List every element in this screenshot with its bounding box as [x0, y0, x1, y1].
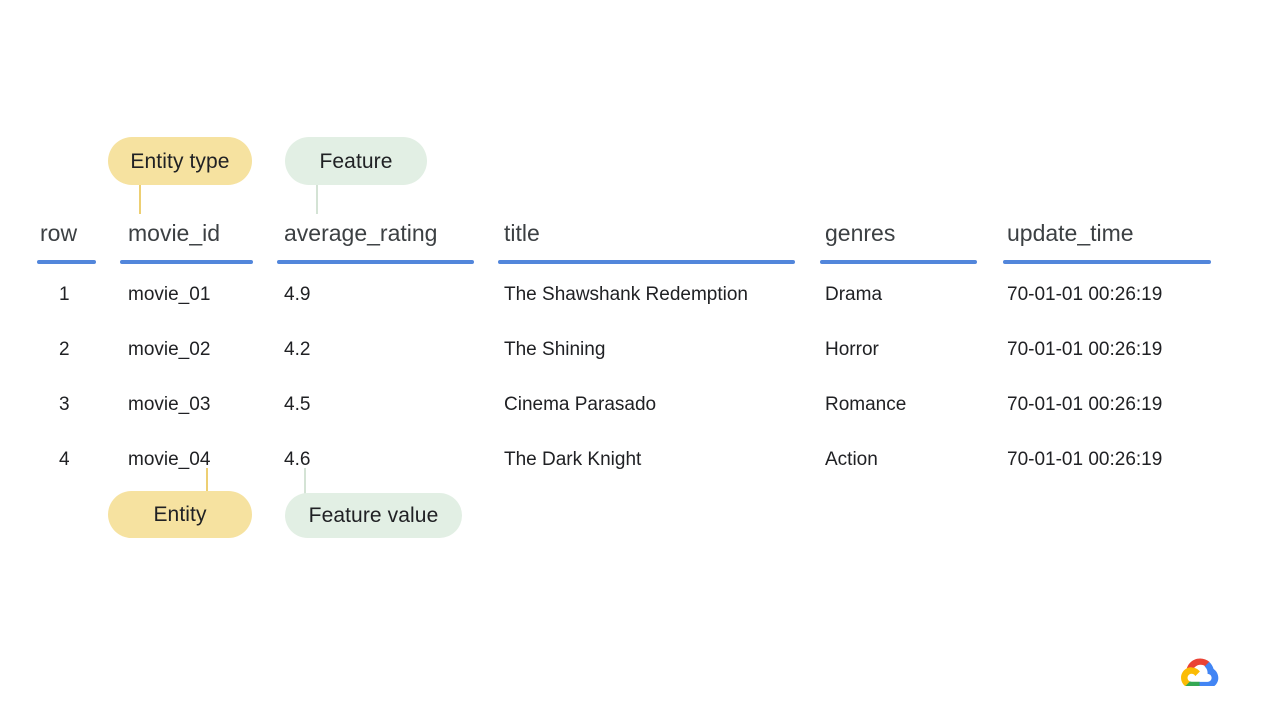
- column-rule-update-time: [1003, 260, 1211, 264]
- feature-table: row movie_id average_rating title genres…: [0, 0, 1280, 720]
- table-row: 70-01-01 00:26:19: [1007, 284, 1163, 305]
- table-row: Action: [825, 449, 878, 470]
- feature-value-callout-label: Feature value: [308, 504, 439, 527]
- column-header-update-time: update_time: [1007, 220, 1134, 246]
- column-rule-movie-id: [120, 260, 253, 264]
- table-row: Cinema Parasado: [504, 394, 657, 415]
- table-row: 1: [59, 284, 70, 305]
- column-header-title: title: [504, 220, 540, 246]
- entity-callout-pill: Entity: [108, 491, 252, 538]
- column-rule-title: [498, 260, 795, 264]
- table-row: The Dark Knight: [504, 449, 642, 470]
- table-row: 4.6: [284, 449, 311, 470]
- table-row: Drama: [825, 284, 883, 305]
- column-rule-row: [37, 260, 96, 264]
- table-row: Romance: [825, 394, 907, 415]
- table-row: 4.2: [284, 339, 311, 360]
- column-header-row: row: [40, 220, 78, 246]
- column-rule-average-rating: [277, 260, 474, 264]
- table-row: movie_03: [128, 394, 211, 415]
- google-cloud-logo-icon: [1181, 658, 1219, 689]
- column-rule-genres: [820, 260, 977, 264]
- table-row: Horror: [825, 339, 879, 360]
- column-header-movie-id: movie_id: [128, 220, 221, 246]
- table-row: 70-01-01 00:26:19: [1007, 339, 1163, 360]
- table-row: movie_02: [128, 339, 211, 360]
- table-row: The Shawshank Redemption: [504, 284, 748, 305]
- slide-canvas: Entity type Feature row movie_id average…: [0, 0, 1280, 720]
- table-row: 4: [59, 449, 70, 470]
- google-cloud-logo: [1181, 656, 1219, 689]
- table-row: 2: [59, 339, 70, 360]
- table-row: 4.5: [284, 394, 311, 415]
- table-row: 3: [59, 394, 70, 415]
- table-row: movie_04: [128, 449, 211, 470]
- table-row: 4.9: [284, 284, 311, 305]
- table-row: The Shining: [504, 339, 606, 360]
- entity-callout-label: Entity: [153, 503, 207, 526]
- column-header-average-rating: average_rating: [284, 220, 438, 246]
- feature-value-callout-pill: Feature value: [285, 493, 462, 538]
- column-header-genres: genres: [825, 220, 896, 246]
- table-row: 70-01-01 00:26:19: [1007, 449, 1163, 470]
- table-row: 70-01-01 00:26:19: [1007, 394, 1163, 415]
- table-row: movie_01: [128, 284, 211, 305]
